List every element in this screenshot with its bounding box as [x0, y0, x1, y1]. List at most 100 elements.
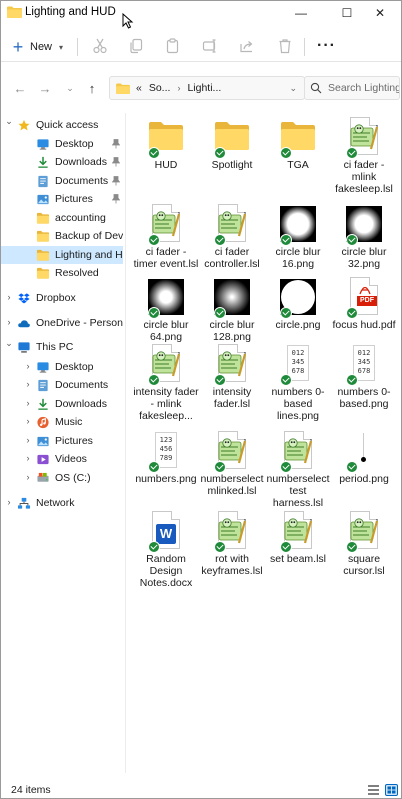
folder-item[interactable]: Spotlight [199, 117, 265, 171]
pin-icon [111, 176, 121, 186]
chevron-down-icon[interactable]: ⌄ [4, 338, 14, 349]
file-item[interactable]: numberselect mlinked.lsl [199, 431, 265, 497]
download-icon [36, 398, 50, 411]
nav-item-label: Lighting and HUD [55, 249, 123, 261]
large-icons-view-icon[interactable] [385, 784, 398, 796]
address-bar[interactable]: « So... › Lighti... ⌄ [109, 76, 305, 100]
sync-status-icon [214, 374, 226, 386]
chevron-right-icon[interactable]: › [4, 497, 14, 507]
address-dropdown-chevron-icon[interactable]: ⌄ [289, 83, 297, 94]
chevron-right-icon[interactable]: › [4, 292, 14, 302]
file-item[interactable]: circle blur 64.png [133, 277, 199, 343]
chevron-right-icon[interactable]: › [23, 472, 33, 482]
nav-item-this-pc[interactable]: ⌄ This PC [1, 338, 123, 356]
address-overflow-chevron[interactable]: « [136, 82, 142, 94]
delete-icon[interactable] [277, 38, 293, 54]
chevron-right-icon[interactable]: › [23, 416, 33, 426]
sync-status-icon [280, 307, 292, 319]
word-document-icon: W [146, 511, 186, 553]
more-options-button[interactable]: ··· [317, 37, 336, 55]
nav-item-documents[interactable]: › Documents [1, 376, 123, 394]
file-item[interactable]: square cursor.lsl [331, 511, 397, 577]
cut-icon[interactable] [92, 38, 108, 54]
nav-item-label: Quick access [36, 119, 99, 131]
file-item[interactable]: period.png [331, 431, 397, 485]
folder-item[interactable]: HUD [133, 117, 199, 171]
nav-item-onedrive-personal[interactable]: › OneDrive - Personal [1, 314, 124, 332]
mouse-cursor-icon [122, 13, 134, 29]
title-bar[interactable]: Lighting and HUD — ☐ ✕ [1, 1, 401, 29]
share-icon[interactable] [239, 38, 255, 54]
file-item[interactable]: 123 456 789 numbers.png [133, 431, 199, 485]
desktop-icon [36, 138, 50, 151]
word-badge: W [156, 524, 176, 544]
file-name: ci fader controller.lsl [204, 246, 260, 270]
nav-item-accounting[interactable]: accounting [1, 209, 123, 227]
chevron-right-icon[interactable]: › [23, 379, 33, 389]
file-item[interactable]: 012 345 678 numbers 0-based lines.png [265, 344, 331, 422]
nav-item-downloads[interactable]: Downloads [1, 153, 123, 171]
close-button[interactable]: ✕ [358, 1, 401, 25]
nav-item-documents[interactable]: Documents [1, 172, 123, 190]
sync-status-icon [280, 374, 292, 386]
nav-item-backup-of-dev-insta[interactable]: Backup of Dev insta [1, 227, 123, 245]
file-item[interactable]: circle blur 16.png [265, 204, 331, 270]
nav-item-dropbox[interactable]: › Dropbox [1, 289, 123, 307]
nav-item-quick-access[interactable]: ⌄ Quick access [1, 116, 123, 134]
recent-locations-chevron-icon[interactable]: ⌄ [61, 79, 79, 97]
nav-item-pictures[interactable]: › Pictures [1, 432, 123, 450]
file-item[interactable]: ci fader - mlink fakesleep.lsl [331, 117, 397, 195]
file-item[interactable]: intensity fader - mlink fakesleep... [133, 344, 199, 422]
nav-item-desktop[interactable]: › Desktop [1, 358, 123, 376]
forward-arrow-icon[interactable]: → [36, 79, 54, 97]
file-item[interactable]: numberselect test harness.lsl [265, 431, 331, 509]
rename-icon[interactable] [202, 38, 218, 54]
file-item[interactable]: ci fader - timer event.lsl [133, 204, 199, 270]
folder-icon [116, 82, 130, 94]
copy-icon[interactable] [128, 38, 144, 54]
breadcrumb-item[interactable]: Lighti... [187, 82, 221, 94]
nav-item-os-c[interactable]: › OS (C:) [1, 469, 123, 487]
nav-item-desktop[interactable]: Desktop [1, 135, 123, 153]
folder-item[interactable]: TGA [265, 117, 331, 171]
file-explorer-window: Lighting and HUD — ☐ ✕ + New ▾ ··· ← → ⌄… [0, 0, 402, 799]
chevron-right-icon[interactable]: › [23, 361, 33, 371]
chevron-down-icon[interactable]: ⌄ [4, 116, 14, 127]
file-item[interactable]: PDF focus hud.pdf [331, 277, 397, 331]
nav-item-downloads[interactable]: › Downloads [1, 395, 123, 413]
file-item[interactable]: intensity fader.lsl [199, 344, 265, 410]
paste-icon[interactable] [165, 38, 181, 54]
nav-item-pictures[interactable]: Pictures [1, 190, 123, 208]
minimize-button[interactable]: — [279, 1, 323, 25]
chevron-right-icon[interactable]: › [4, 317, 14, 327]
file-name: ci fader - timer event.lsl [133, 246, 199, 270]
file-item[interactable]: set beam.lsl [265, 511, 331, 565]
sync-status-icon [148, 234, 160, 246]
chevron-right-icon[interactable]: › [23, 398, 33, 408]
folder-icon [278, 117, 318, 159]
new-button[interactable]: + New ▾ [11, 36, 63, 58]
file-item[interactable]: rot with keyframes.lsl [199, 511, 265, 577]
file-item[interactable]: circle.png [265, 277, 331, 331]
file-item[interactable]: circle blur 32.png [331, 204, 397, 270]
file-item[interactable]: W Random Design Notes.docx [133, 511, 199, 589]
nav-item-network[interactable]: › Network [1, 494, 123, 512]
back-arrow-icon[interactable]: ← [11, 79, 29, 97]
breadcrumb-item[interactable]: So... [149, 82, 171, 94]
chevron-right-icon[interactable]: › [23, 453, 33, 463]
pane-divider[interactable] [125, 113, 126, 773]
nav-item-music[interactable]: › Music [1, 413, 123, 431]
chevron-right-icon[interactable]: › [23, 435, 33, 445]
videos-icon [36, 453, 50, 466]
nav-item-videos[interactable]: › Videos [1, 450, 123, 468]
file-name: circle blur 128.png [209, 319, 255, 343]
file-item[interactable]: 012 345 678 numbers 0-based.png [331, 344, 397, 410]
up-arrow-icon[interactable]: ↑ [83, 79, 101, 97]
nav-item-resolved[interactable]: Resolved [1, 264, 123, 282]
search-box[interactable]: Search Lighting a... [304, 76, 400, 100]
file-item[interactable]: ci fader controller.lsl [199, 204, 265, 270]
nav-item-lighting-and-hud[interactable]: Lighting and HUD [1, 246, 123, 264]
file-item[interactable]: circle blur 128.png [199, 277, 265, 343]
details-view-icon[interactable] [367, 784, 380, 796]
sync-status-icon [148, 307, 160, 319]
